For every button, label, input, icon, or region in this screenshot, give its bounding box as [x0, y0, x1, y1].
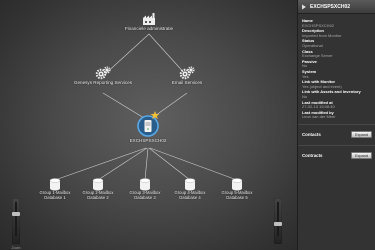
slider-handle[interactable]: [12, 212, 20, 216]
factory-icon: [143, 13, 155, 25]
property-list: Name EXCHSPSXCH02 Description Imported from…: [298, 14, 375, 120]
node-mailbox-db-2[interactable]: Group 2-Mailbox Database 2: [80, 178, 116, 201]
node-genesys-reporting[interactable]: Genesys Reporting Services: [68, 66, 138, 85]
slider-track: [277, 202, 279, 236]
slider-track: [15, 202, 17, 236]
divider: [298, 123, 375, 125]
contacts-label: Contacts: [302, 132, 321, 138]
db-label-line2: Database 3: [134, 194, 156, 200]
node-email-services[interactable]: Email Services: [162, 66, 212, 85]
contracts-label: Contracts: [302, 153, 323, 159]
property-row: Last modified at 27-02-13 15:08:40: [302, 100, 372, 110]
zoom-slider-right[interactable]: [274, 198, 282, 244]
panel-title: EXCHSPSXCH02: [310, 3, 351, 10]
db-label-line2: Database 2: [87, 194, 109, 200]
contracts-expand-button[interactable]: Expand: [351, 152, 372, 160]
property-row: Description Imported from Monitor: [302, 29, 372, 38]
property-row: Passive No: [302, 59, 372, 69]
property-row: Link with Assets and Inventory No: [302, 90, 372, 99]
db-label-line2: Database 4: [179, 194, 201, 200]
zoom-slider-left[interactable]: Zoom: [12, 198, 20, 250]
caret-right-icon[interactable]: [301, 4, 307, 10]
contacts-expand-button[interactable]: Expand: [351, 131, 372, 139]
properties-panel: EXCHSPSXCH02 Name EXCHSPSXCH02 Description…: [297, 0, 375, 250]
node-financiele-administratie[interactable]: Financiele administratie: [119, 12, 179, 31]
node-label: Email Services: [171, 80, 203, 85]
property-row: Link with Monitor Yes (object and event): [302, 80, 372, 89]
contracts-row: Contracts Expand: [298, 150, 375, 162]
property-row: Class Exchange Server: [302, 49, 372, 59]
topology-canvas[interactable]: Financiele administratie Genesys Reporti…: [0, 0, 297, 250]
gears-icon: [179, 66, 195, 80]
property-value: No: [302, 93, 308, 99]
node-mailbox-db-4[interactable]: Group 4-Mailbox Database 4: [172, 178, 208, 201]
node-label: EXCHSPSXCH02: [129, 138, 167, 143]
gears-icon: [95, 66, 111, 80]
property-row: Name EXCHSPSXCH02: [302, 18, 372, 28]
node-label: Genesys Reporting Services: [73, 80, 133, 85]
property-value: 27-02-13 15:08:40: [302, 104, 335, 110]
node-exchsps-server[interactable]: EXCHSPSXCH02: [124, 110, 172, 143]
node-mailbox-db-1[interactable]: Group 1-Mailbox Database 1: [37, 178, 73, 201]
property-value: Leon van der Meer: [302, 114, 336, 120]
divider: [298, 144, 375, 146]
db-label-line2: Database 5: [226, 194, 248, 200]
zoom-caption: Zoom: [11, 246, 21, 250]
property-row: System Yes: [302, 69, 372, 79]
server-icon: [137, 111, 160, 137]
property-row: Status Operational: [302, 39, 372, 48]
contacts-row: Contacts Expand: [298, 129, 375, 141]
property-row: Last modified by Leon van der Meer: [302, 110, 372, 120]
panel-header: EXCHSPSXCH02: [298, 0, 375, 14]
node-mailbox-db-5[interactable]: Group 5-Mailbox Database 5: [219, 178, 255, 201]
property-value: Operational: [302, 42, 323, 48]
slider-handle[interactable]: [274, 222, 282, 226]
node-mailbox-db-3[interactable]: Group 3-Mailbox Database 3: [127, 178, 163, 201]
node-label: Financiele administratie: [124, 26, 174, 31]
db-label-line2: Database 1: [44, 194, 66, 200]
